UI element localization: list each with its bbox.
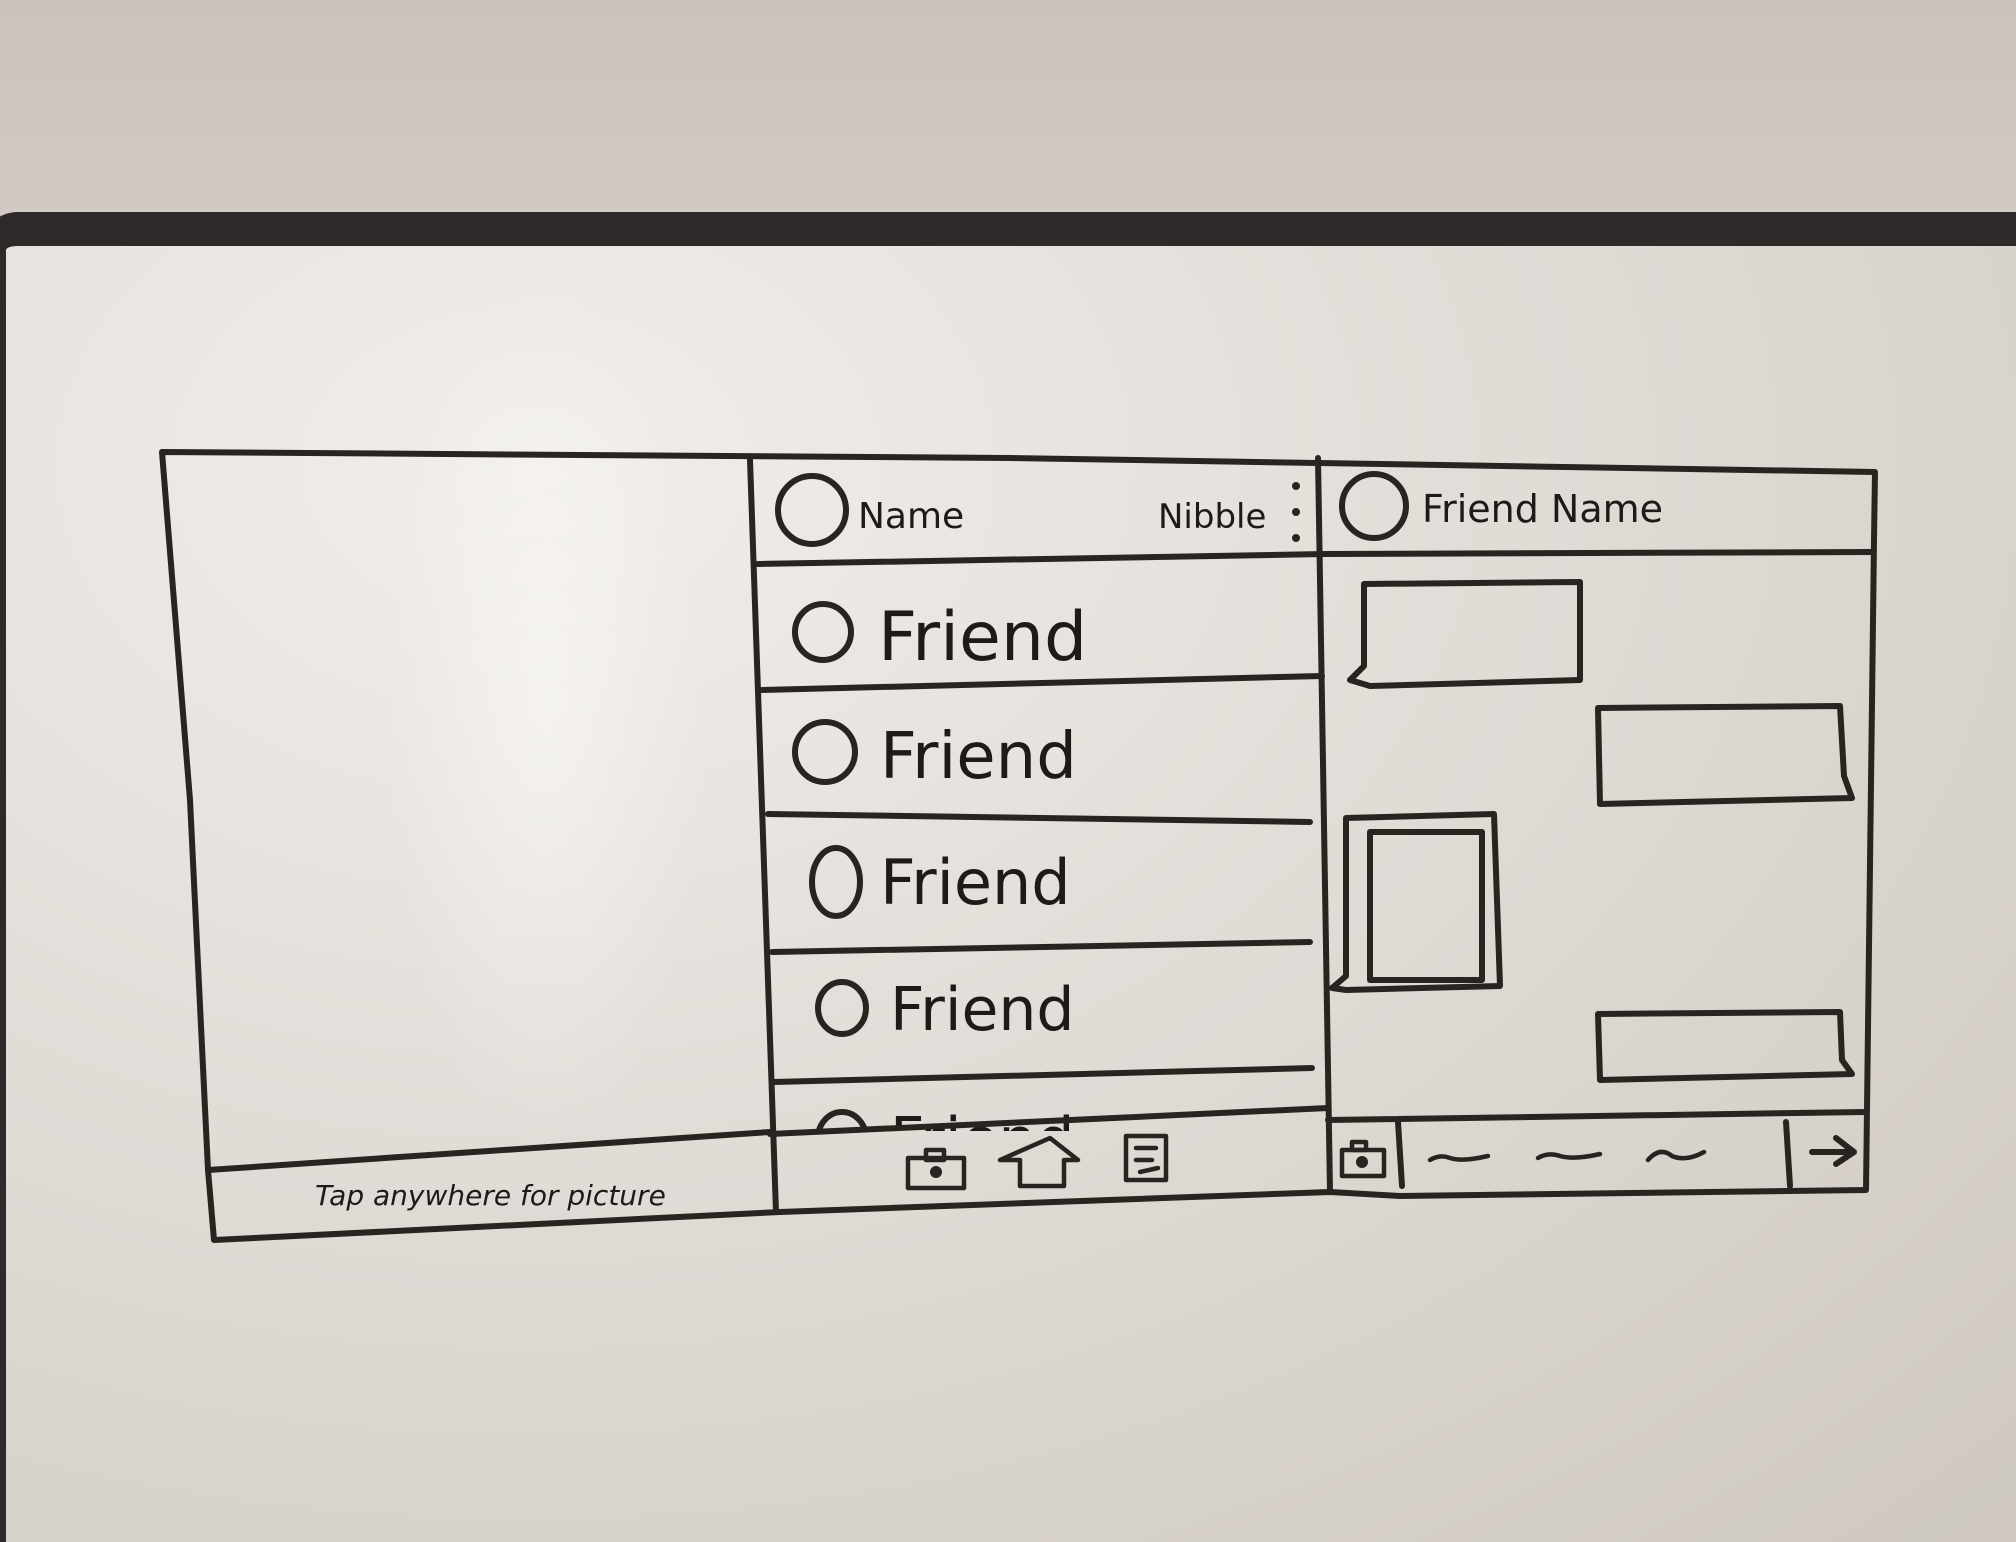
friend-avatar xyxy=(809,845,863,919)
camera-divider xyxy=(1395,1119,1405,1189)
home-icon[interactable] xyxy=(997,1135,1081,1189)
wireframe-sketch: Tap anywhere for picture Name Nibble Fri… xyxy=(159,449,1878,1243)
right-header-line xyxy=(1319,549,1875,557)
list-item-partial[interactable]: Friend xyxy=(815,1105,1075,1175)
row-divider xyxy=(769,939,1313,955)
list-item[interactable]: Friend xyxy=(809,845,1071,919)
friend-name: Friend xyxy=(878,598,1087,677)
received-message-bubble xyxy=(1347,579,1583,689)
left-footer-line xyxy=(205,1129,773,1173)
user-name: Name xyxy=(858,496,964,537)
row-divider xyxy=(771,1065,1315,1085)
user-avatar[interactable] xyxy=(775,473,849,547)
friend-name-title: Friend Name xyxy=(1422,487,1663,531)
friend-name: Friend xyxy=(890,975,1075,1045)
arrow-right-icon[interactable] xyxy=(1809,1135,1857,1167)
friend-avatar xyxy=(792,601,854,663)
app-title: Nibble xyxy=(1158,497,1266,537)
sent-message-bubble xyxy=(1595,703,1855,807)
friends-list-panel: Name Nibble Friend Friend Friend Friend xyxy=(755,455,1333,1195)
send-divider xyxy=(1783,1119,1793,1189)
list-item[interactable]: Friend xyxy=(792,598,1087,677)
left-camera-panel[interactable]: Tap anywhere for picture xyxy=(205,457,779,1215)
camera-icon[interactable] xyxy=(1339,1139,1387,1179)
row-divider xyxy=(765,811,1313,825)
list-item[interactable]: Friend xyxy=(815,975,1075,1045)
camera-icon[interactable] xyxy=(905,1147,967,1191)
more-menu-icon[interactable] xyxy=(1292,482,1300,542)
friend-name: Friend xyxy=(880,846,1071,919)
left-panel-divider xyxy=(747,457,779,1215)
friend-avatar xyxy=(815,1109,869,1131)
tap-anywhere-label: Tap anywhere for picture xyxy=(315,1179,666,1212)
row-divider xyxy=(759,673,1325,693)
friend-avatar xyxy=(792,719,858,785)
chat-footer-line xyxy=(1325,1109,1869,1123)
friend-name: Friend xyxy=(880,720,1077,794)
received-image-message[interactable] xyxy=(1329,811,1503,993)
list-item[interactable]: Friend xyxy=(792,719,1077,794)
middle-panel-divider xyxy=(1315,455,1333,1195)
list-icon[interactable] xyxy=(1123,1133,1169,1183)
friend-avatar[interactable] xyxy=(1339,471,1409,541)
friend-avatar xyxy=(815,979,869,1037)
middle-header-line xyxy=(755,551,1328,567)
sent-message-bubble xyxy=(1595,1009,1855,1083)
